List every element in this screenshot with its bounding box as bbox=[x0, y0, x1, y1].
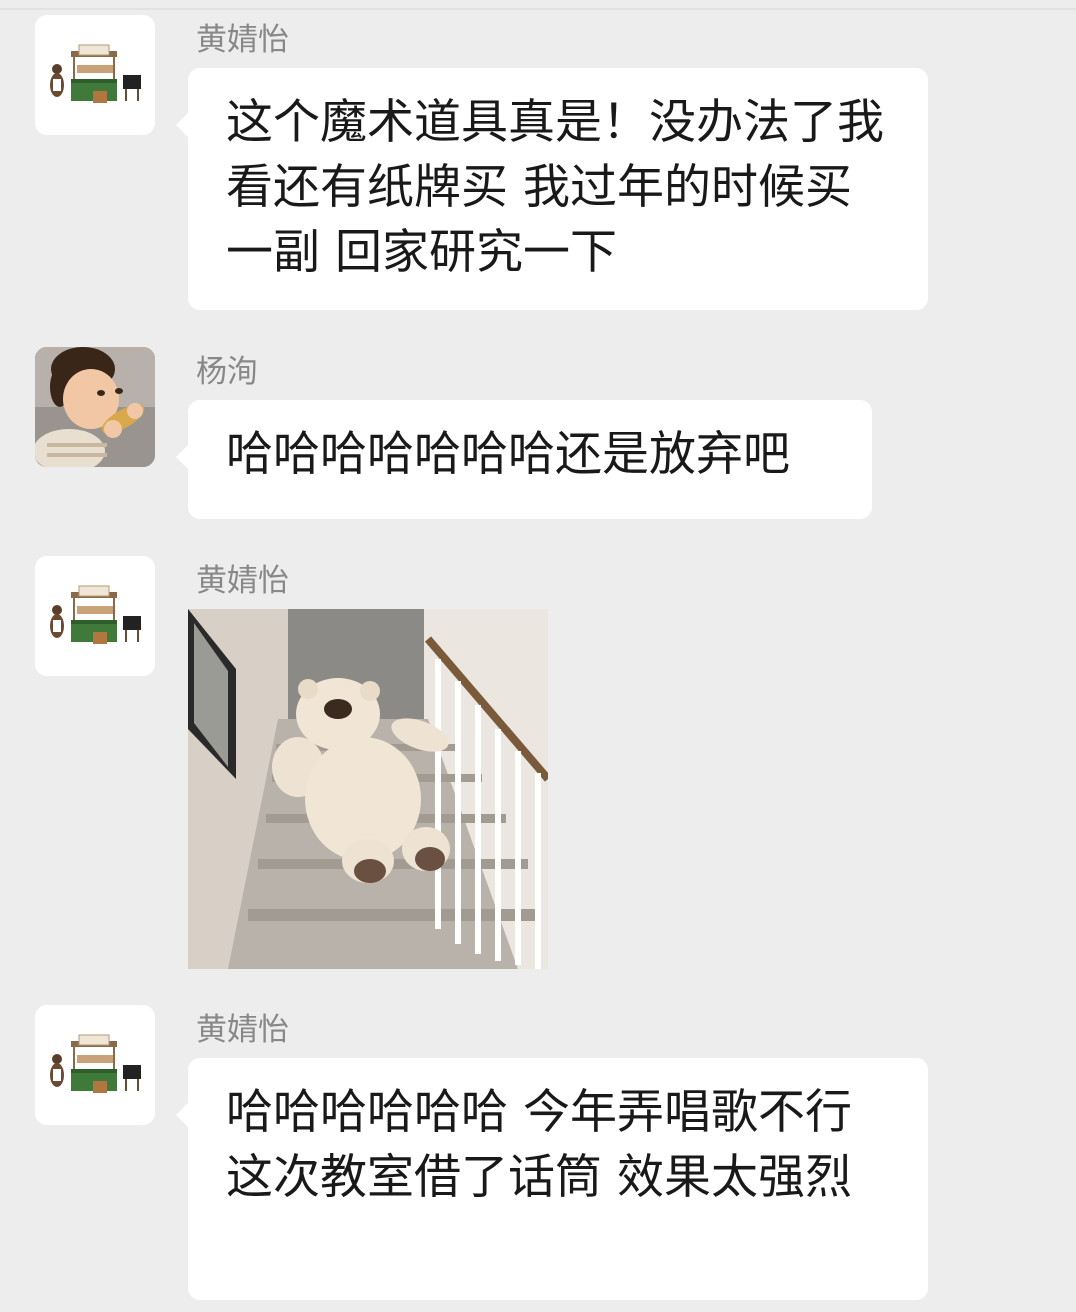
avatar[interactable] bbox=[35, 347, 155, 467]
sticker-image[interactable] bbox=[188, 609, 548, 969]
sender-name: 黄婧怡 bbox=[196, 22, 289, 58]
sender-name: 杨洵 bbox=[196, 354, 258, 390]
lemonade-stand-bear-icon bbox=[50, 1034, 141, 1093]
message-bubble[interactable]: 哈哈哈哈哈哈哈还是放弃吧 bbox=[176, 400, 872, 519]
lemonade-stand-bear-icon bbox=[50, 585, 141, 644]
avatar[interactable] bbox=[35, 556, 155, 676]
top-divider bbox=[0, 8, 1076, 10]
message-text: 这个魔术道具真是！没办法了我看还有纸牌买 我过年的时候买一副 回家研究一下 bbox=[226, 95, 884, 280]
message-bubble[interactable]: 这个魔术道具真是！没办法了我看还有纸牌买 我过年的时候买一副 回家研究一下 bbox=[176, 68, 928, 310]
teddy-bear-sliding-down-stairs-icon bbox=[188, 609, 548, 969]
child-eating-photo-icon bbox=[35, 347, 155, 467]
sender-name: 黄婧怡 bbox=[196, 563, 289, 599]
message-text: 哈哈哈哈哈哈哈还是放弃吧 bbox=[226, 427, 790, 482]
message-bubble[interactable]: 哈哈哈哈哈哈 今年弄唱歌不行 这次教室借了话筒 效果太强烈 bbox=[176, 1058, 928, 1300]
avatar[interactable] bbox=[35, 1005, 155, 1125]
sender-name: 黄婧怡 bbox=[196, 1012, 289, 1048]
avatar[interactable] bbox=[35, 15, 155, 135]
lemonade-stand-bear-icon bbox=[50, 44, 141, 103]
message-text: 哈哈哈哈哈哈 今年弄唱歌不行 这次教室借了话筒 效果太强烈 bbox=[226, 1085, 852, 1205]
